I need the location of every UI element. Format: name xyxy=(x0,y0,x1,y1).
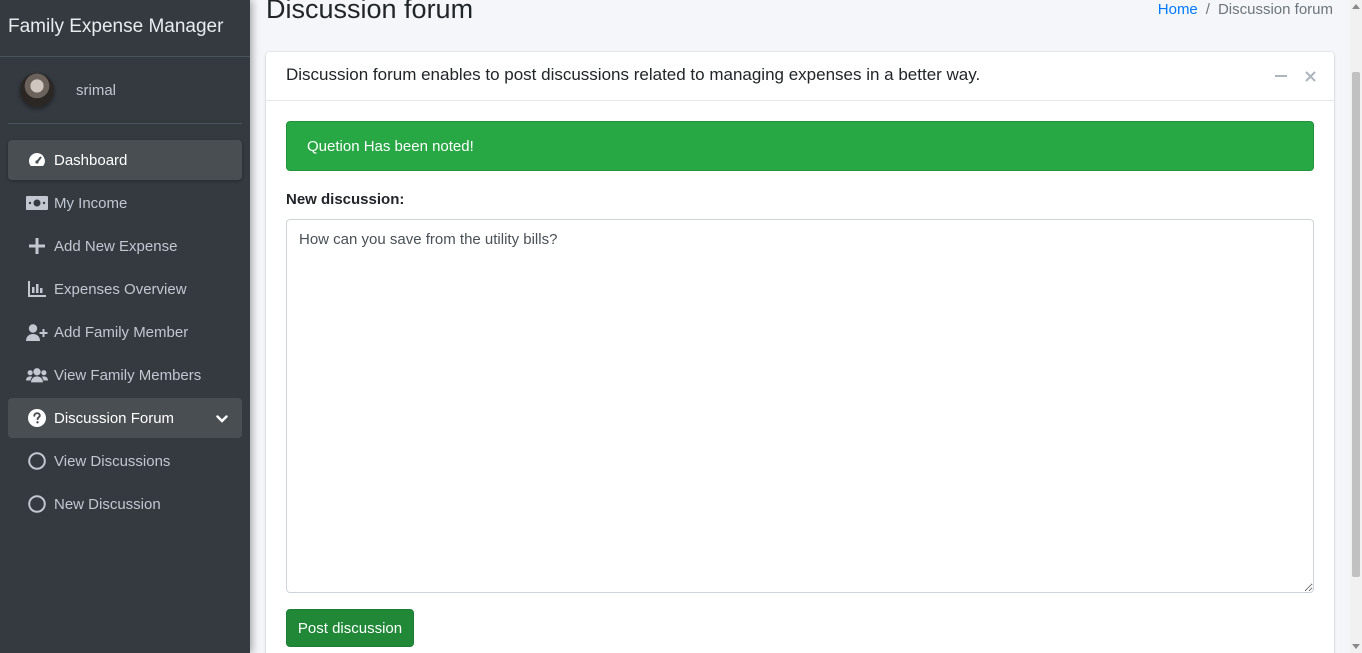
chart-bar-icon xyxy=(26,279,48,299)
breadcrumb-home-link[interactable]: Home xyxy=(1158,1,1198,18)
chevron-down-icon[interactable] xyxy=(216,411,228,428)
sidebar-item-label: View Family Members xyxy=(54,366,202,384)
sidebar-item-label: View Discussions xyxy=(54,452,171,470)
breadcrumb-current: Discussion forum xyxy=(1217,1,1333,18)
sidebar-item-view-family-members[interactable]: View Family Members xyxy=(8,355,242,395)
breadcrumb-separator: / xyxy=(1205,1,1210,18)
post-discussion-button[interactable]: Post discussion xyxy=(286,609,414,647)
discussion-card: Discussion forum enables to post discuss… xyxy=(266,52,1334,653)
sidebar-item-add-new-expense[interactable]: Add New Expense xyxy=(8,226,242,266)
sidebar-item-add-family-member[interactable]: Add Family Member xyxy=(8,312,242,352)
user-plus-icon xyxy=(26,322,48,342)
circle-icon xyxy=(26,494,48,514)
card-header-text: Discussion forum enables to post discuss… xyxy=(286,65,981,84)
card-tools xyxy=(1275,70,1316,84)
sidebar-item-label: Add Family Member xyxy=(54,323,189,341)
success-alert: Quetion Has been noted! xyxy=(286,121,1314,171)
sidebar-item-label: Dashboard xyxy=(54,151,128,169)
sidebar: Family Expense Manager srimal Dashboard … xyxy=(0,0,250,653)
scrollbar-thumb[interactable] xyxy=(1352,72,1360,577)
scroll-down-icon[interactable] xyxy=(1352,644,1360,649)
card-header: Discussion forum enables to post discuss… xyxy=(266,52,1334,101)
user-panel: srimal xyxy=(8,57,242,124)
scroll-up-icon[interactable] xyxy=(1352,4,1360,9)
page-title: Discussion forum xyxy=(266,0,474,24)
sidebar-item-view-discussions[interactable]: View Discussions xyxy=(8,441,242,481)
sidebar-item-dashboard[interactable]: Dashboard xyxy=(8,140,242,180)
sidebar-item-label: My Income xyxy=(54,194,128,212)
breadcrumb: Home / Discussion forum xyxy=(1158,1,1333,18)
tachometer-icon xyxy=(26,150,48,170)
sidebar-item-label: Discussion Forum xyxy=(54,409,175,427)
sidebar-item-label: Add New Expense xyxy=(54,237,178,255)
sidebar-item-label: Expenses Overview xyxy=(54,280,187,298)
sidebar-item-my-income[interactable]: My Income xyxy=(8,183,242,223)
sidebar-item-discussion-forum[interactable]: Discussion Forum xyxy=(8,398,242,438)
sidebar-item-expenses-overview[interactable]: Expenses Overview xyxy=(8,269,242,309)
money-bill-icon xyxy=(26,193,48,213)
plus-icon xyxy=(26,236,48,256)
circle-icon xyxy=(26,451,48,471)
sidebar-item-label: New Discussion xyxy=(54,495,161,513)
new-discussion-label: New discussion: xyxy=(286,191,405,208)
question-circle-icon xyxy=(26,408,48,428)
user-name[interactable]: srimal xyxy=(76,82,116,99)
collapse-icon[interactable] xyxy=(1275,70,1287,84)
avatar[interactable] xyxy=(20,73,54,107)
sidebar-nav: Dashboard My Income Add New Expense Expe… xyxy=(8,140,242,527)
users-icon xyxy=(26,365,48,385)
sidebar-item-new-discussion[interactable]: New Discussion xyxy=(8,484,242,524)
new-discussion-textarea[interactable]: How can you save from the utility bills? xyxy=(286,219,1314,593)
close-icon[interactable] xyxy=(1305,70,1316,84)
brand-title[interactable]: Family Expense Manager xyxy=(0,0,250,57)
scrollbar[interactable] xyxy=(1350,0,1362,653)
